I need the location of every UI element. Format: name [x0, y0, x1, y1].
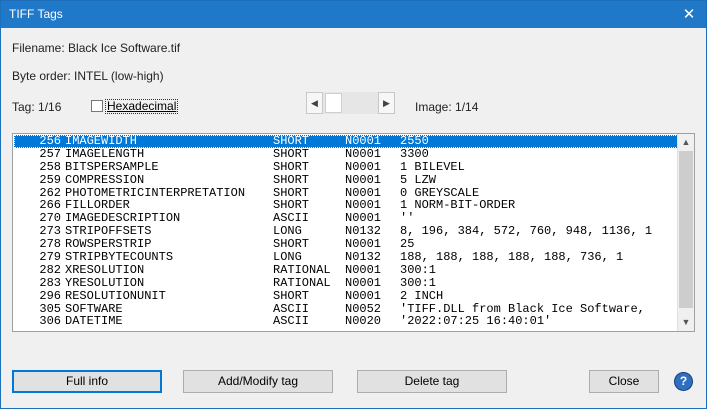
- tag-list-rows: 256 IMAGEWIDTH SHORT N0001 2550 257 IMAGELENGT…: [14, 135, 678, 331]
- tag-number-cell: 282: [39, 262, 61, 277]
- tag-value-cell: 3300: [400, 146, 429, 161]
- tag-type-cell: SHORT: [273, 159, 310, 174]
- tag-number-cell: 258: [39, 159, 61, 174]
- scroll-left-icon[interactable]: ◀: [306, 92, 323, 114]
- delete-tag-button[interactable]: Delete tag: [357, 370, 507, 393]
- tag-count-cell: N0020: [345, 314, 382, 329]
- table-row[interactable]: 306 DATETIME ASCII N0020 '2022:07:25 16:40:0…: [14, 315, 678, 328]
- scroll-right-icon[interactable]: ▶: [378, 92, 395, 114]
- tag-name-cell: YRESOLUTION: [65, 275, 145, 290]
- tag-count-cell: N0001: [345, 262, 382, 277]
- image-scrollbar-thumb[interactable]: [325, 93, 342, 113]
- scroll-down-icon[interactable]: ▼: [678, 314, 694, 331]
- tag-count-cell: N0001: [345, 159, 382, 174]
- byte-order-label: Byte order: INTEL (low-high): [12, 69, 164, 83]
- tag-value-cell: 8, 196, 384, 572, 760, 948, 1136, 1: [400, 224, 653, 239]
- hexadecimal-checkbox-label[interactable]: Hexadecimal: [105, 99, 179, 114]
- tag-value-cell: 1 NORM-BIT-ORDER: [400, 198, 516, 213]
- scroll-up-icon[interactable]: ▲: [678, 134, 694, 151]
- hexadecimal-checkbox[interactable]: [91, 100, 103, 112]
- tag-count-cell: N0001: [345, 275, 382, 290]
- image-scrollbar[interactable]: ◀ ▶: [306, 92, 395, 114]
- tag-type-cell: SHORT: [273, 146, 310, 161]
- tag-number-cell: 283: [39, 275, 61, 290]
- full-info-button[interactable]: Full info: [12, 370, 162, 393]
- table-row[interactable]: 258 BITSPERSAMPLE SHORT N0001 1 BILEVEL: [14, 159, 678, 174]
- tag-list[interactable]: 256 IMAGEWIDTH SHORT N0001 2550 257 IMAGELENGT…: [12, 133, 695, 332]
- table-row[interactable]: 282 XRESOLUTION RATIONAL N0001 300:1: [14, 262, 678, 277]
- table-row[interactable]: 283 YRESOLUTION RATIONAL N0001 300:1: [14, 275, 678, 290]
- window-title: TIFF Tags: [9, 7, 63, 21]
- tag-type-cell: ASCII: [273, 314, 310, 329]
- image-counter-label: Image: 1/14: [415, 100, 479, 114]
- tag-value-cell: 300:1: [400, 262, 437, 277]
- tag-number-cell: 259: [39, 172, 61, 187]
- tag-list-scrollbar-thumb[interactable]: [679, 151, 693, 308]
- tag-name-cell: COMPRESSION: [65, 172, 145, 187]
- tag-type-cell: RATIONAL: [273, 275, 331, 290]
- table-row[interactable]: 256 IMAGEWIDTH SHORT N0001 2550: [14, 135, 678, 148]
- tag-number-cell: 306: [39, 314, 61, 329]
- hexadecimal-label-text: Hexadecimal: [107, 99, 177, 113]
- tiff-tags-dialog: TIFF Tags ✕ Filename: Black Ice Software…: [0, 0, 707, 409]
- tag-type-cell: SHORT: [273, 288, 310, 303]
- tag-value-cell: '2022:07:25 16:40:01': [400, 314, 552, 329]
- tag-name-cell: DATETIME: [65, 314, 123, 329]
- tag-counter-label: Tag: 1/16: [12, 100, 62, 114]
- tag-value-cell: 1 BILEVEL: [400, 159, 465, 174]
- tag-count-cell: N0001: [345, 172, 382, 187]
- table-row[interactable]: 259 COMPRESSION SHORT N0001 5 LZW: [14, 172, 678, 187]
- tag-type-cell: RATIONAL: [273, 262, 331, 277]
- table-row[interactable]: 257 IMAGELENGTH SHORT N0001 3300: [14, 146, 678, 161]
- add-modify-tag-button[interactable]: Add/Modify tag: [183, 370, 333, 393]
- tag-count-cell: N0001: [345, 288, 382, 303]
- tag-name-cell: RESOLUTIONUNIT: [65, 288, 166, 303]
- close-button[interactable]: Close: [589, 370, 659, 393]
- help-icon[interactable]: ?: [675, 373, 692, 390]
- table-row[interactable]: 296 RESOLUTIONUNIT SHORT N0001 2 INCH: [14, 288, 678, 303]
- tag-name-cell: IMAGELENGTH: [65, 146, 145, 161]
- title-bar: TIFF Tags ✕: [1, 1, 706, 28]
- tag-value-cell: 300:1: [400, 275, 437, 290]
- tag-number-cell: 296: [39, 288, 61, 303]
- tag-number-cell: 257: [39, 146, 61, 161]
- tag-value-cell: 5 LZW: [400, 172, 437, 187]
- filename-label: Filename: Black Ice Software.tif: [12, 41, 181, 55]
- table-row[interactable]: 279 STRIPBYTECOUNTS LONG N0132 188, 188, 188…: [14, 251, 678, 264]
- tag-value-cell: 2 INCH: [400, 288, 444, 303]
- tag-type-cell: SHORT: [273, 172, 310, 187]
- tag-name-cell: XRESOLUTION: [65, 262, 145, 277]
- tag-count-cell: N0001: [345, 146, 382, 161]
- close-icon[interactable]: ✕: [672, 1, 706, 28]
- tag-list-scrollbar[interactable]: ▲ ▼: [677, 134, 694, 331]
- tag-name-cell: BITSPERSAMPLE: [65, 159, 159, 174]
